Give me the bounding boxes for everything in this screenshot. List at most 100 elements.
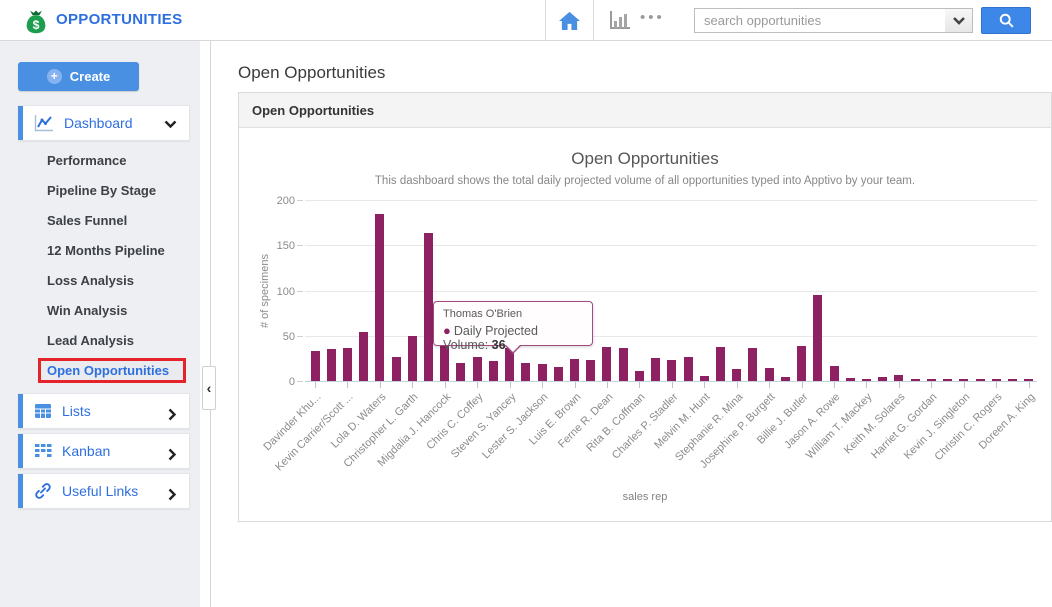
chevron-down-icon (952, 16, 966, 25)
bar[interactable] (408, 336, 417, 381)
tooltip-value: 36 (492, 338, 506, 352)
bar[interactable] (473, 357, 482, 381)
sidebar-item-performance[interactable]: Performance (47, 153, 197, 175)
collapse-icon: ‹ (207, 380, 212, 396)
bar[interactable] (602, 347, 611, 381)
sidebar-item-label: Dashboard (64, 115, 133, 131)
bar[interactable] (748, 348, 757, 381)
open-opportunities-panel: Open Opportunities Open Opportunities Th… (238, 92, 1052, 522)
sidebar-item-label: Kanban (62, 443, 110, 459)
bar[interactable] (456, 363, 465, 381)
bar[interactable] (554, 367, 563, 381)
bar[interactable] (311, 351, 320, 381)
bar[interactable] (651, 358, 660, 381)
dashboard-chart-icon (34, 114, 54, 132)
sidebar: + Create Dashboard Performance Pipeline … (0, 41, 200, 607)
sidebar-item-pipeline-by-stage[interactable]: Pipeline By Stage (47, 183, 197, 205)
ellipsis-icon: ••• (640, 9, 665, 26)
bar[interactable] (830, 366, 839, 381)
y-tick-mark (297, 381, 303, 382)
sidebar-item-lists[interactable]: Lists (18, 393, 190, 429)
sidebar-item-win-analysis[interactable]: Win Analysis (47, 303, 197, 325)
reports-button[interactable] (602, 0, 636, 40)
gridline (305, 245, 1037, 246)
sidebar-item-sales-funnel[interactable]: Sales Funnel (47, 213, 197, 235)
search-scope-dropdown[interactable] (945, 8, 973, 33)
sidebar-item-dashboard[interactable]: Dashboard (18, 105, 190, 141)
more-options-button[interactable]: ••• (640, 9, 682, 26)
y-tick-mark (297, 200, 303, 201)
x-tick-mark (802, 382, 803, 388)
bar[interactable] (570, 359, 579, 381)
chart-title: Open Opportunities (239, 149, 1051, 169)
bar[interactable] (375, 214, 384, 381)
y-tick-label: 150 (261, 240, 295, 252)
bar[interactable] (586, 360, 595, 381)
x-tick-mark (607, 382, 608, 388)
sidebar-item-12-months-pipeline[interactable]: 12 Months Pipeline (47, 243, 197, 265)
bar[interactable] (635, 371, 644, 381)
home-icon (558, 10, 581, 31)
bar[interactable] (684, 357, 693, 381)
home-button[interactable] (545, 0, 594, 40)
x-tick-mark (510, 382, 511, 388)
sidebar-item-useful-links[interactable]: Useful Links (18, 473, 190, 509)
search-button[interactable] (981, 7, 1031, 34)
bar[interactable] (732, 369, 741, 381)
x-tick-mark (477, 382, 478, 388)
panel-header: Open Opportunities (239, 93, 1051, 128)
bar-chart-icon (607, 9, 631, 31)
x-tick-mark (672, 382, 673, 388)
bar[interactable] (327, 349, 336, 381)
sidebar-collapse-button[interactable]: ‹ (202, 366, 216, 410)
x-tick-mark (899, 382, 900, 388)
bar[interactable] (521, 363, 530, 381)
tooltip-series-label: Daily Projected Volume: (443, 324, 538, 352)
plus-icon: + (47, 69, 62, 84)
sidebar-item-label: Lists (62, 403, 91, 419)
x-tick-mark (1029, 382, 1030, 388)
series-marker-icon: ● (443, 323, 451, 338)
x-tick-mark (996, 382, 997, 388)
bar[interactable] (813, 295, 822, 381)
chevron-right-icon (168, 448, 177, 461)
tooltip-value-line: ●Daily Projected Volume: 36 (443, 323, 583, 352)
bar[interactable] (538, 364, 547, 381)
bar-chart-plot: # of specimens 050100150200Davinder Khu.… (305, 201, 1037, 382)
chart-area: Open Opportunities This dashboard shows … (239, 128, 1051, 521)
x-tick-mark (737, 382, 738, 388)
x-axis-title: sales rep (239, 491, 1051, 503)
bar[interactable] (765, 368, 774, 381)
x-tick-mark (834, 382, 835, 388)
sidebar-item-kanban[interactable]: Kanban (18, 433, 190, 469)
chevron-right-icon (168, 408, 177, 421)
bar[interactable] (797, 346, 806, 381)
bar[interactable] (489, 361, 498, 381)
create-button[interactable]: + Create (18, 62, 139, 91)
bar[interactable] (716, 347, 725, 381)
sidebar-item-open-opportunities-active[interactable]: Open Opportunities (38, 358, 186, 383)
bar[interactable] (424, 233, 433, 381)
x-tick-mark (769, 382, 770, 388)
x-tick-mark (445, 382, 446, 388)
x-tick-mark (347, 382, 348, 388)
y-tick-label: 50 (261, 331, 295, 343)
y-tick-label: 200 (261, 195, 295, 207)
chart-tooltip: Thomas O'Brien ●Daily Projected Volume: … (433, 301, 593, 346)
svg-text:$: $ (33, 18, 40, 32)
gridline (305, 200, 1037, 201)
sidebar-item-lead-analysis[interactable]: Lead Analysis (47, 333, 197, 355)
link-icon (34, 483, 52, 499)
bar[interactable] (619, 348, 628, 381)
bar[interactable] (667, 360, 676, 381)
bar[interactable] (343, 348, 352, 381)
search-input[interactable] (694, 8, 946, 33)
app-title: OPPORTUNITIES (56, 11, 182, 28)
x-tick-mark (542, 382, 543, 388)
x-tick-mark (866, 382, 867, 388)
y-tick-label: 0 (261, 376, 295, 388)
bar[interactable] (392, 357, 401, 381)
sidebar-item-loss-analysis[interactable]: Loss Analysis (47, 273, 197, 295)
chevron-down-icon (164, 120, 177, 129)
bar[interactable] (359, 332, 368, 381)
